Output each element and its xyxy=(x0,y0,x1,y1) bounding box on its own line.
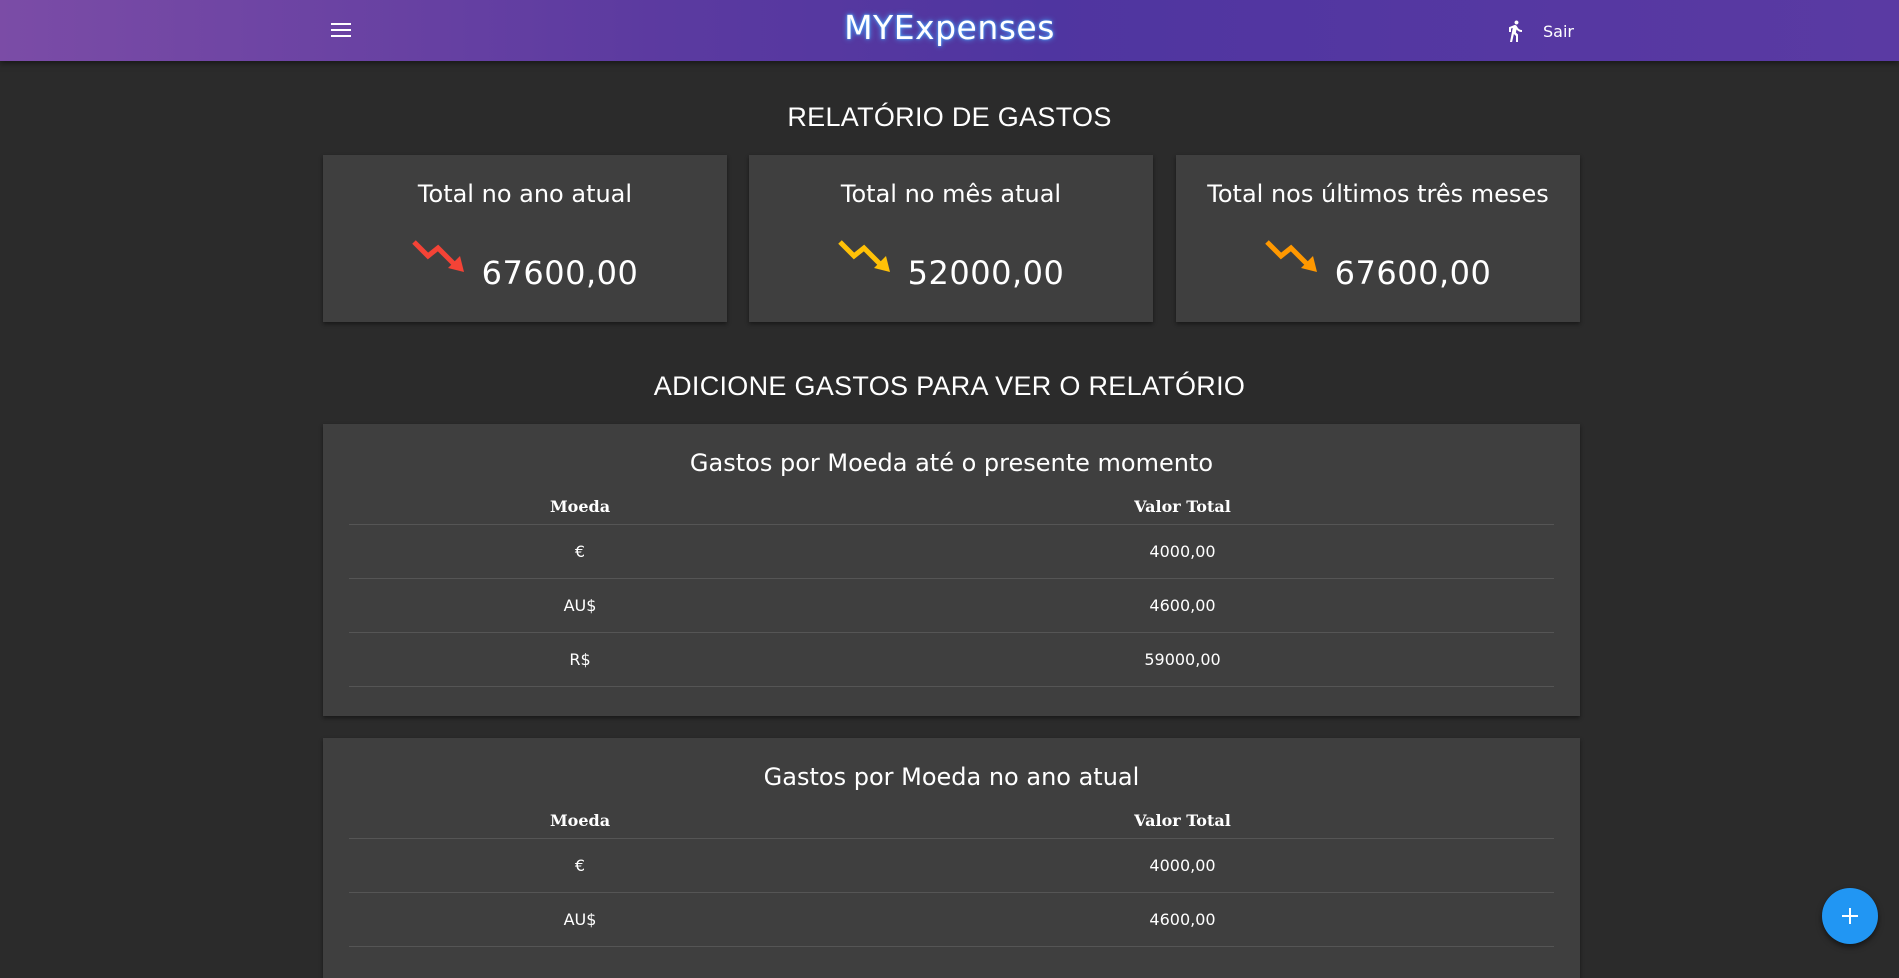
report-heading: RELATÓRIO DE GASTOS xyxy=(787,102,1112,132)
stat-title: Total no ano atual xyxy=(417,180,633,208)
column-header-currency: Moeda xyxy=(549,496,611,516)
trending-down-icon xyxy=(837,240,890,272)
stat-value: 52000,00 xyxy=(907,254,1065,292)
add-expense-fab[interactable] xyxy=(1822,888,1878,944)
currency-cell: AU$ xyxy=(563,910,597,929)
table-row: € 4000,00 xyxy=(349,525,1554,579)
walking-person-icon xyxy=(1509,20,1522,42)
currency-table: Moeda Valor Total € 4000,00 AU$ 4600,00 … xyxy=(349,488,1554,687)
table-title: Gastos por Moeda no ano atual xyxy=(763,763,1140,791)
currency-cell: € xyxy=(574,542,586,561)
currency-cell: R$ xyxy=(569,650,591,669)
app-title: MYExpenses xyxy=(844,8,1055,47)
column-header-total: Valor Total xyxy=(1134,496,1231,516)
table-row: AU$ 4600,00 xyxy=(349,893,1554,947)
currency-cell: AU$ xyxy=(563,596,597,615)
currency-table: Moeda Valor Total € 4000,00 AU$ 4600,00 xyxy=(349,802,1554,947)
table-header-row: Moeda Valor Total xyxy=(349,802,1554,839)
table-header-row: Moeda Valor Total xyxy=(349,488,1554,525)
trending-down-icon xyxy=(1264,240,1317,272)
stat-title: Total no mês atual xyxy=(840,180,1062,208)
logout-label: Sair xyxy=(1543,21,1574,41)
table-title: Gastos por Moeda até o presente momento xyxy=(689,449,1214,477)
logout-button[interactable]: Sair xyxy=(1503,16,1574,46)
stat-card-year: Total no ano atual 67600,00 xyxy=(323,155,727,322)
table-row: R$ 59000,00 xyxy=(349,633,1554,687)
currency-cell: € xyxy=(574,856,586,875)
currency-table-card-current-year: Gastos por Moeda no ano atual Moeda Valo… xyxy=(323,738,1580,978)
stat-value: 67600,00 xyxy=(481,254,639,292)
total-cell: 4000,00 xyxy=(1149,856,1216,875)
table-row: AU$ 4600,00 xyxy=(349,579,1554,633)
stat-card-three-months: Total nos últimos três meses 67600,00 xyxy=(1176,155,1580,322)
add-expenses-heading: ADICIONE GASTOS PARA VER O RELATÓRIO xyxy=(653,371,1246,401)
trending-down-icon xyxy=(411,240,464,272)
total-cell: 4600,00 xyxy=(1149,596,1216,615)
table-row: € 4000,00 xyxy=(349,839,1554,893)
stat-title: Total nos últimos três meses xyxy=(1207,180,1549,208)
total-cell: 59000,00 xyxy=(1144,650,1221,669)
top-app-bar: MYExpenses Sair xyxy=(0,0,1899,61)
plus-icon xyxy=(1842,908,1858,924)
column-header-total: Valor Total xyxy=(1134,810,1231,830)
total-cell: 4600,00 xyxy=(1149,910,1216,929)
stat-card-month: Total no mês atual 52000,00 xyxy=(749,155,1153,322)
currency-table-card-all-time: Gastos por Moeda até o presente momento … xyxy=(323,424,1580,716)
stat-value: 67600,00 xyxy=(1334,254,1492,292)
total-cell: 4000,00 xyxy=(1149,542,1216,561)
column-header-currency: Moeda xyxy=(549,810,611,830)
